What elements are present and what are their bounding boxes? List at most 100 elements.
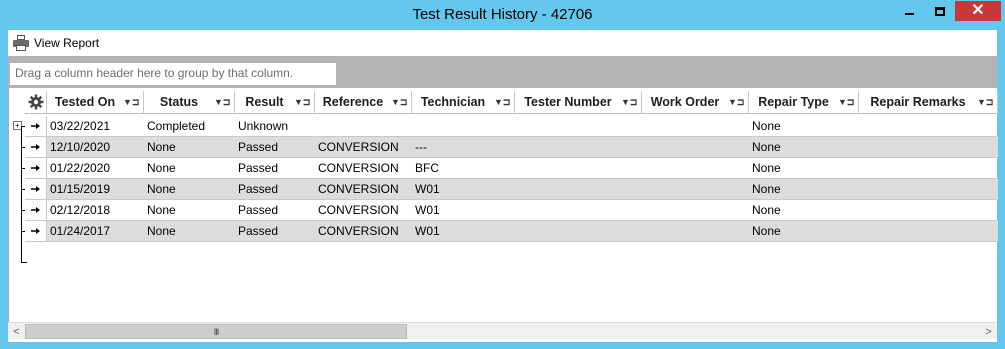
cell-repair-type[interactable]: None	[749, 137, 859, 157]
table-row[interactable]: 01/24/2017 None Passed CONVERSION W01 None	[25, 221, 998, 242]
cell-tested-on[interactable]: 01/22/2020	[47, 158, 144, 178]
cell-repair-remarks[interactable]	[859, 137, 998, 157]
column-header-result[interactable]: Result ▼⊐	[235, 91, 315, 114]
column-header-repair-remarks[interactable]: Repair Remarks ▼⊐	[859, 91, 998, 114]
maximize-button[interactable]	[926, 1, 953, 21]
cell-tester-number[interactable]	[515, 221, 642, 241]
cell-tested-on[interactable]: 01/15/2019	[47, 179, 144, 199]
column-header-status[interactable]: Status ▼⊐	[144, 91, 235, 114]
column-header-reference[interactable]: Reference ▼⊐	[315, 91, 412, 114]
cell-reference[interactable]: CONVERSION	[315, 200, 412, 220]
cell-result[interactable]: Passed	[235, 200, 315, 220]
cell-tester-number[interactable]	[515, 137, 642, 157]
column-header-technician[interactable]: Technician ▼⊐	[412, 91, 515, 114]
scrollbar-grip: III	[213, 326, 219, 337]
cell-tester-number[interactable]	[515, 116, 642, 136]
window-title: Test Result History - 42706	[412, 6, 593, 23]
cell-technician[interactable]: BFC	[412, 158, 515, 178]
cell-status[interactable]: None	[144, 137, 235, 157]
cell-repair-type[interactable]: None	[749, 158, 859, 178]
cell-work-order[interactable]	[642, 221, 749, 241]
cell-result[interactable]: Passed	[235, 158, 315, 178]
view-report-button[interactable]: View Report	[12, 33, 99, 53]
cell-repair-type[interactable]: None	[749, 200, 859, 220]
filter-pin-icon[interactable]: ▼⊐	[214, 97, 234, 108]
column-header-label: Repair Remarks	[870, 95, 966, 109]
filter-pin-icon[interactable]: ▼⊐	[391, 97, 411, 108]
title-bar[interactable]: Test Result History - 42706 ✕	[0, 0, 1005, 30]
cell-reference[interactable]	[315, 116, 412, 136]
table-row[interactable]: 01/15/2019 None Passed CONVERSION W01 None	[25, 179, 998, 200]
cell-repair-type[interactable]: None	[749, 116, 859, 136]
cell-technician[interactable]: W01	[412, 200, 515, 220]
cell-status[interactable]: None	[144, 221, 235, 241]
cell-repair-remarks[interactable]	[859, 221, 998, 241]
cell-work-order[interactable]	[642, 116, 749, 136]
column-header-repair-type[interactable]: Repair Type ▼⊐	[749, 91, 859, 114]
close-button[interactable]: ✕	[955, 1, 1001, 21]
cell-status[interactable]: None	[144, 200, 235, 220]
filter-pin-icon[interactable]: ▼⊐	[494, 97, 514, 108]
cell-tested-on[interactable]: 01/24/2017	[47, 221, 144, 241]
cell-reference[interactable]: CONVERSION	[315, 158, 412, 178]
table-row[interactable]: 03/22/2021 Completed Unknown None	[25, 116, 998, 137]
column-header-tested-on[interactable]: Tested On ▼⊐	[47, 91, 144, 114]
row-indicator-arrow-icon[interactable]	[25, 158, 47, 178]
row-indicator-arrow-icon[interactable]	[25, 116, 47, 136]
row-indicator-arrow-icon[interactable]	[25, 200, 47, 220]
cell-result[interactable]: Passed	[235, 179, 315, 199]
filter-pin-icon[interactable]: ▼⊐	[294, 97, 314, 108]
table-row[interactable]: 02/12/2018 None Passed CONVERSION W01 None	[25, 200, 998, 221]
cell-work-order[interactable]	[642, 137, 749, 157]
cell-technician[interactable]	[412, 116, 515, 136]
filter-pin-icon[interactable]: ▼⊐	[123, 97, 143, 108]
filter-pin-icon[interactable]: ▼⊐	[838, 97, 858, 108]
cell-technician[interactable]: W01	[412, 179, 515, 199]
cell-repair-type[interactable]: None	[749, 221, 859, 241]
table-row[interactable]: 12/10/2020 None Passed CONVERSION --- None	[25, 137, 998, 158]
cell-technician[interactable]: ---	[412, 137, 515, 157]
cell-status[interactable]: None	[144, 158, 235, 178]
view-report-label: View Report	[34, 36, 100, 50]
scrollbar-thumb[interactable]: III	[25, 324, 407, 339]
cell-status[interactable]: Completed	[144, 116, 235, 136]
row-indicator-arrow-icon[interactable]	[25, 137, 47, 157]
cell-result[interactable]: Passed	[235, 221, 315, 241]
maximize-icon	[934, 6, 945, 16]
cell-repair-type[interactable]: None	[749, 179, 859, 199]
cell-repair-remarks[interactable]	[859, 179, 998, 199]
cell-tester-number[interactable]	[515, 200, 642, 220]
cell-tested-on[interactable]: 12/10/2020	[47, 137, 144, 157]
table-row[interactable]: 01/22/2020 None Passed CONVERSION BFC None	[25, 158, 998, 179]
filter-pin-icon[interactable]: ▼⊐	[621, 97, 641, 108]
row-indicator-arrow-icon[interactable]	[25, 221, 47, 241]
horizontal-scrollbar[interactable]: < III >	[8, 322, 997, 339]
column-header-tester-number[interactable]: Tester Number ▼⊐	[515, 91, 642, 114]
cell-tested-on[interactable]: 03/22/2021	[47, 116, 144, 136]
cell-result[interactable]: Unknown	[235, 116, 315, 136]
cell-reference[interactable]: CONVERSION	[315, 221, 412, 241]
column-chooser-button[interactable]	[25, 91, 47, 114]
group-by-panel[interactable]: Drag a column header here to group by th…	[8, 56, 997, 88]
cell-status[interactable]: None	[144, 179, 235, 199]
cell-reference[interactable]: CONVERSION	[315, 137, 412, 157]
cell-repair-remarks[interactable]	[859, 158, 998, 178]
cell-tester-number[interactable]	[515, 158, 642, 178]
scroll-right-arrow-icon[interactable]: >	[980, 323, 997, 340]
cell-work-order[interactable]	[642, 200, 749, 220]
filter-pin-icon[interactable]: ▼⊐	[977, 97, 997, 108]
cell-tester-number[interactable]	[515, 179, 642, 199]
scroll-left-arrow-icon[interactable]: <	[8, 323, 25, 340]
minimize-button[interactable]	[896, 1, 923, 21]
cell-tested-on[interactable]: 02/12/2018	[47, 200, 144, 220]
column-header-work-order[interactable]: Work Order ▼⊐	[642, 91, 749, 114]
cell-work-order[interactable]	[642, 158, 749, 178]
filter-pin-icon[interactable]: ▼⊐	[728, 97, 748, 108]
cell-technician[interactable]: W01	[412, 221, 515, 241]
cell-reference[interactable]: CONVERSION	[315, 179, 412, 199]
cell-result[interactable]: Passed	[235, 137, 315, 157]
cell-work-order[interactable]	[642, 179, 749, 199]
cell-repair-remarks[interactable]	[859, 116, 998, 136]
row-indicator-arrow-icon[interactable]	[25, 179, 47, 199]
cell-repair-remarks[interactable]	[859, 200, 998, 220]
